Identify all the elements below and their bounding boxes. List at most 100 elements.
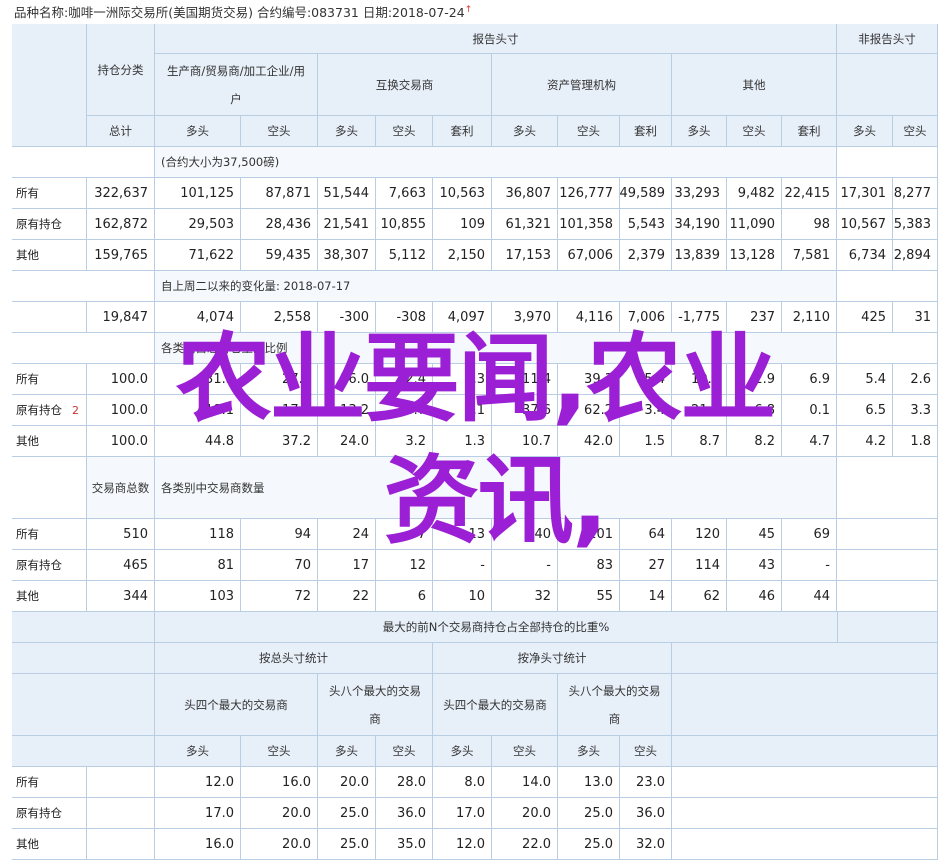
data-cell: 32.0 [620, 829, 672, 860]
data-cell: 35.0 [376, 829, 433, 860]
conc-spacer [12, 736, 155, 767]
data-cell: 20.0 [492, 798, 558, 829]
data-cell: 69 [782, 519, 837, 550]
data-cell: 64 [620, 519, 672, 550]
subcol-total: 总计 [87, 116, 155, 147]
data-cell: 14.0 [492, 767, 558, 798]
data-cell: 17,301 [837, 178, 893, 209]
data-cell: 10,855 [376, 209, 433, 240]
col-holding-class: 持仓分类 [87, 24, 155, 116]
row-label: 其他 [12, 829, 87, 860]
subcol-short: 空头 [727, 116, 782, 147]
data-cell: 59,435 [241, 240, 318, 271]
data-cell: 101,358 [558, 209, 620, 240]
data-cell: 3.4 [620, 395, 672, 426]
row-label: 其他 [12, 426, 87, 457]
conc-empty [87, 798, 155, 829]
col-other: 其他 [672, 54, 837, 116]
note-spacer [12, 271, 155, 302]
row-label: 所有 [12, 364, 87, 395]
data-cell: 6.7 [376, 395, 433, 426]
conc-subcol-long: 多头 [433, 736, 492, 767]
note-percent: 各类别占总持仓量的比例 [155, 333, 837, 364]
data-cell: 2,150 [433, 240, 492, 271]
conc-net-top8: 头八个最大的交易商 [558, 674, 672, 736]
data-cell: 38,307 [318, 240, 376, 271]
data-cell: 10 [433, 581, 492, 612]
data-cell: 15.4 [620, 364, 672, 395]
conc-net: 按净头寸统计 [433, 643, 672, 674]
data-cell: 465 [87, 550, 155, 581]
data-cell: 13.0 [558, 767, 620, 798]
conc-spacer [12, 674, 155, 736]
col-swap: 互换交易商 [318, 54, 492, 116]
col-report: 报告头寸 [155, 24, 837, 54]
conc-spacer [672, 643, 938, 674]
data-cell: 114 [672, 550, 727, 581]
data-cell: 28.0 [376, 767, 433, 798]
data-cell: 19,847 [87, 302, 155, 333]
data-cell: 2,558 [241, 302, 318, 333]
data-cell: 31.3 [155, 364, 241, 395]
row-label: 原有持仓 [12, 798, 87, 829]
data-cell: 36,807 [492, 178, 558, 209]
data-cell: 36.0 [376, 798, 433, 829]
data-cell: 2,894 [893, 240, 938, 271]
data-cell: 10,563 [433, 178, 492, 209]
row-label: 所有 [12, 178, 87, 209]
row-label: 原有持仓 [12, 550, 87, 581]
data-cell: 34,190 [672, 209, 727, 240]
col-producer: 生产商/贸易商/加工企业/用户 [155, 54, 318, 116]
data-cell: 94 [241, 519, 318, 550]
data-cell: 6 [376, 581, 433, 612]
data-cell: 1.3 [433, 426, 492, 457]
data-cell: 62 [672, 581, 727, 612]
conc-empty [87, 767, 155, 798]
data-cell: 11,090 [727, 209, 782, 240]
data-cell: 4,116 [558, 302, 620, 333]
conc-spacer [838, 612, 938, 643]
data-cell: 22,415 [782, 178, 837, 209]
data-cell: 13,839 [672, 240, 727, 271]
data-cell: 101,125 [155, 178, 241, 209]
row-label: 原有持仓 [12, 209, 87, 240]
percent-mark: 2 [72, 404, 79, 417]
data-cell: 4.7 [782, 426, 837, 457]
data-cell: 25.0 [318, 829, 376, 860]
trader-spacer [837, 457, 938, 519]
data-cell: 3.3 [433, 364, 492, 395]
note-spacer [837, 333, 938, 364]
data-cell: 33,293 [672, 178, 727, 209]
data-cell: 21,541 [318, 209, 376, 240]
data-cell: 10.7 [492, 426, 558, 457]
data-cell: 510 [87, 519, 155, 550]
data-cell: 4.2 [837, 426, 893, 457]
row-label: 所有 [12, 767, 87, 798]
data-cell: 49,589 [620, 178, 672, 209]
subcol-long: 多头 [155, 116, 241, 147]
col-traders-total: 交易商总数 [87, 457, 155, 519]
data-cell: 37.2 [241, 426, 318, 457]
row-label-empty [12, 302, 87, 333]
conc-subcol-long: 多头 [155, 736, 241, 767]
data-cell: 6.9 [782, 364, 837, 395]
data-cell: 23.0 [620, 767, 672, 798]
data-cell: 10,567 [837, 209, 893, 240]
trader-spacer [12, 457, 87, 519]
data-cell: 100.0 [87, 426, 155, 457]
data-cell: 21.0 [672, 395, 727, 426]
data-cell: 18.1 [155, 395, 241, 426]
note-spacer [12, 333, 155, 364]
data-cell: 39.3 [558, 364, 620, 395]
header-mark: ↑ [464, 4, 473, 15]
note-change: 自上周二以来的变化量: 2018-07-17 [155, 271, 837, 302]
nonreport-spacer [837, 54, 938, 116]
subcol-long: 多头 [672, 116, 727, 147]
data-cell: 24 [318, 519, 376, 550]
data-cell: 28,436 [241, 209, 318, 240]
corner-cell [12, 24, 87, 147]
data-cell: 1.8 [893, 426, 938, 457]
subcol-short: 空头 [558, 116, 620, 147]
data-cell: 37.6 [492, 395, 558, 426]
conc-spacer [12, 643, 155, 674]
